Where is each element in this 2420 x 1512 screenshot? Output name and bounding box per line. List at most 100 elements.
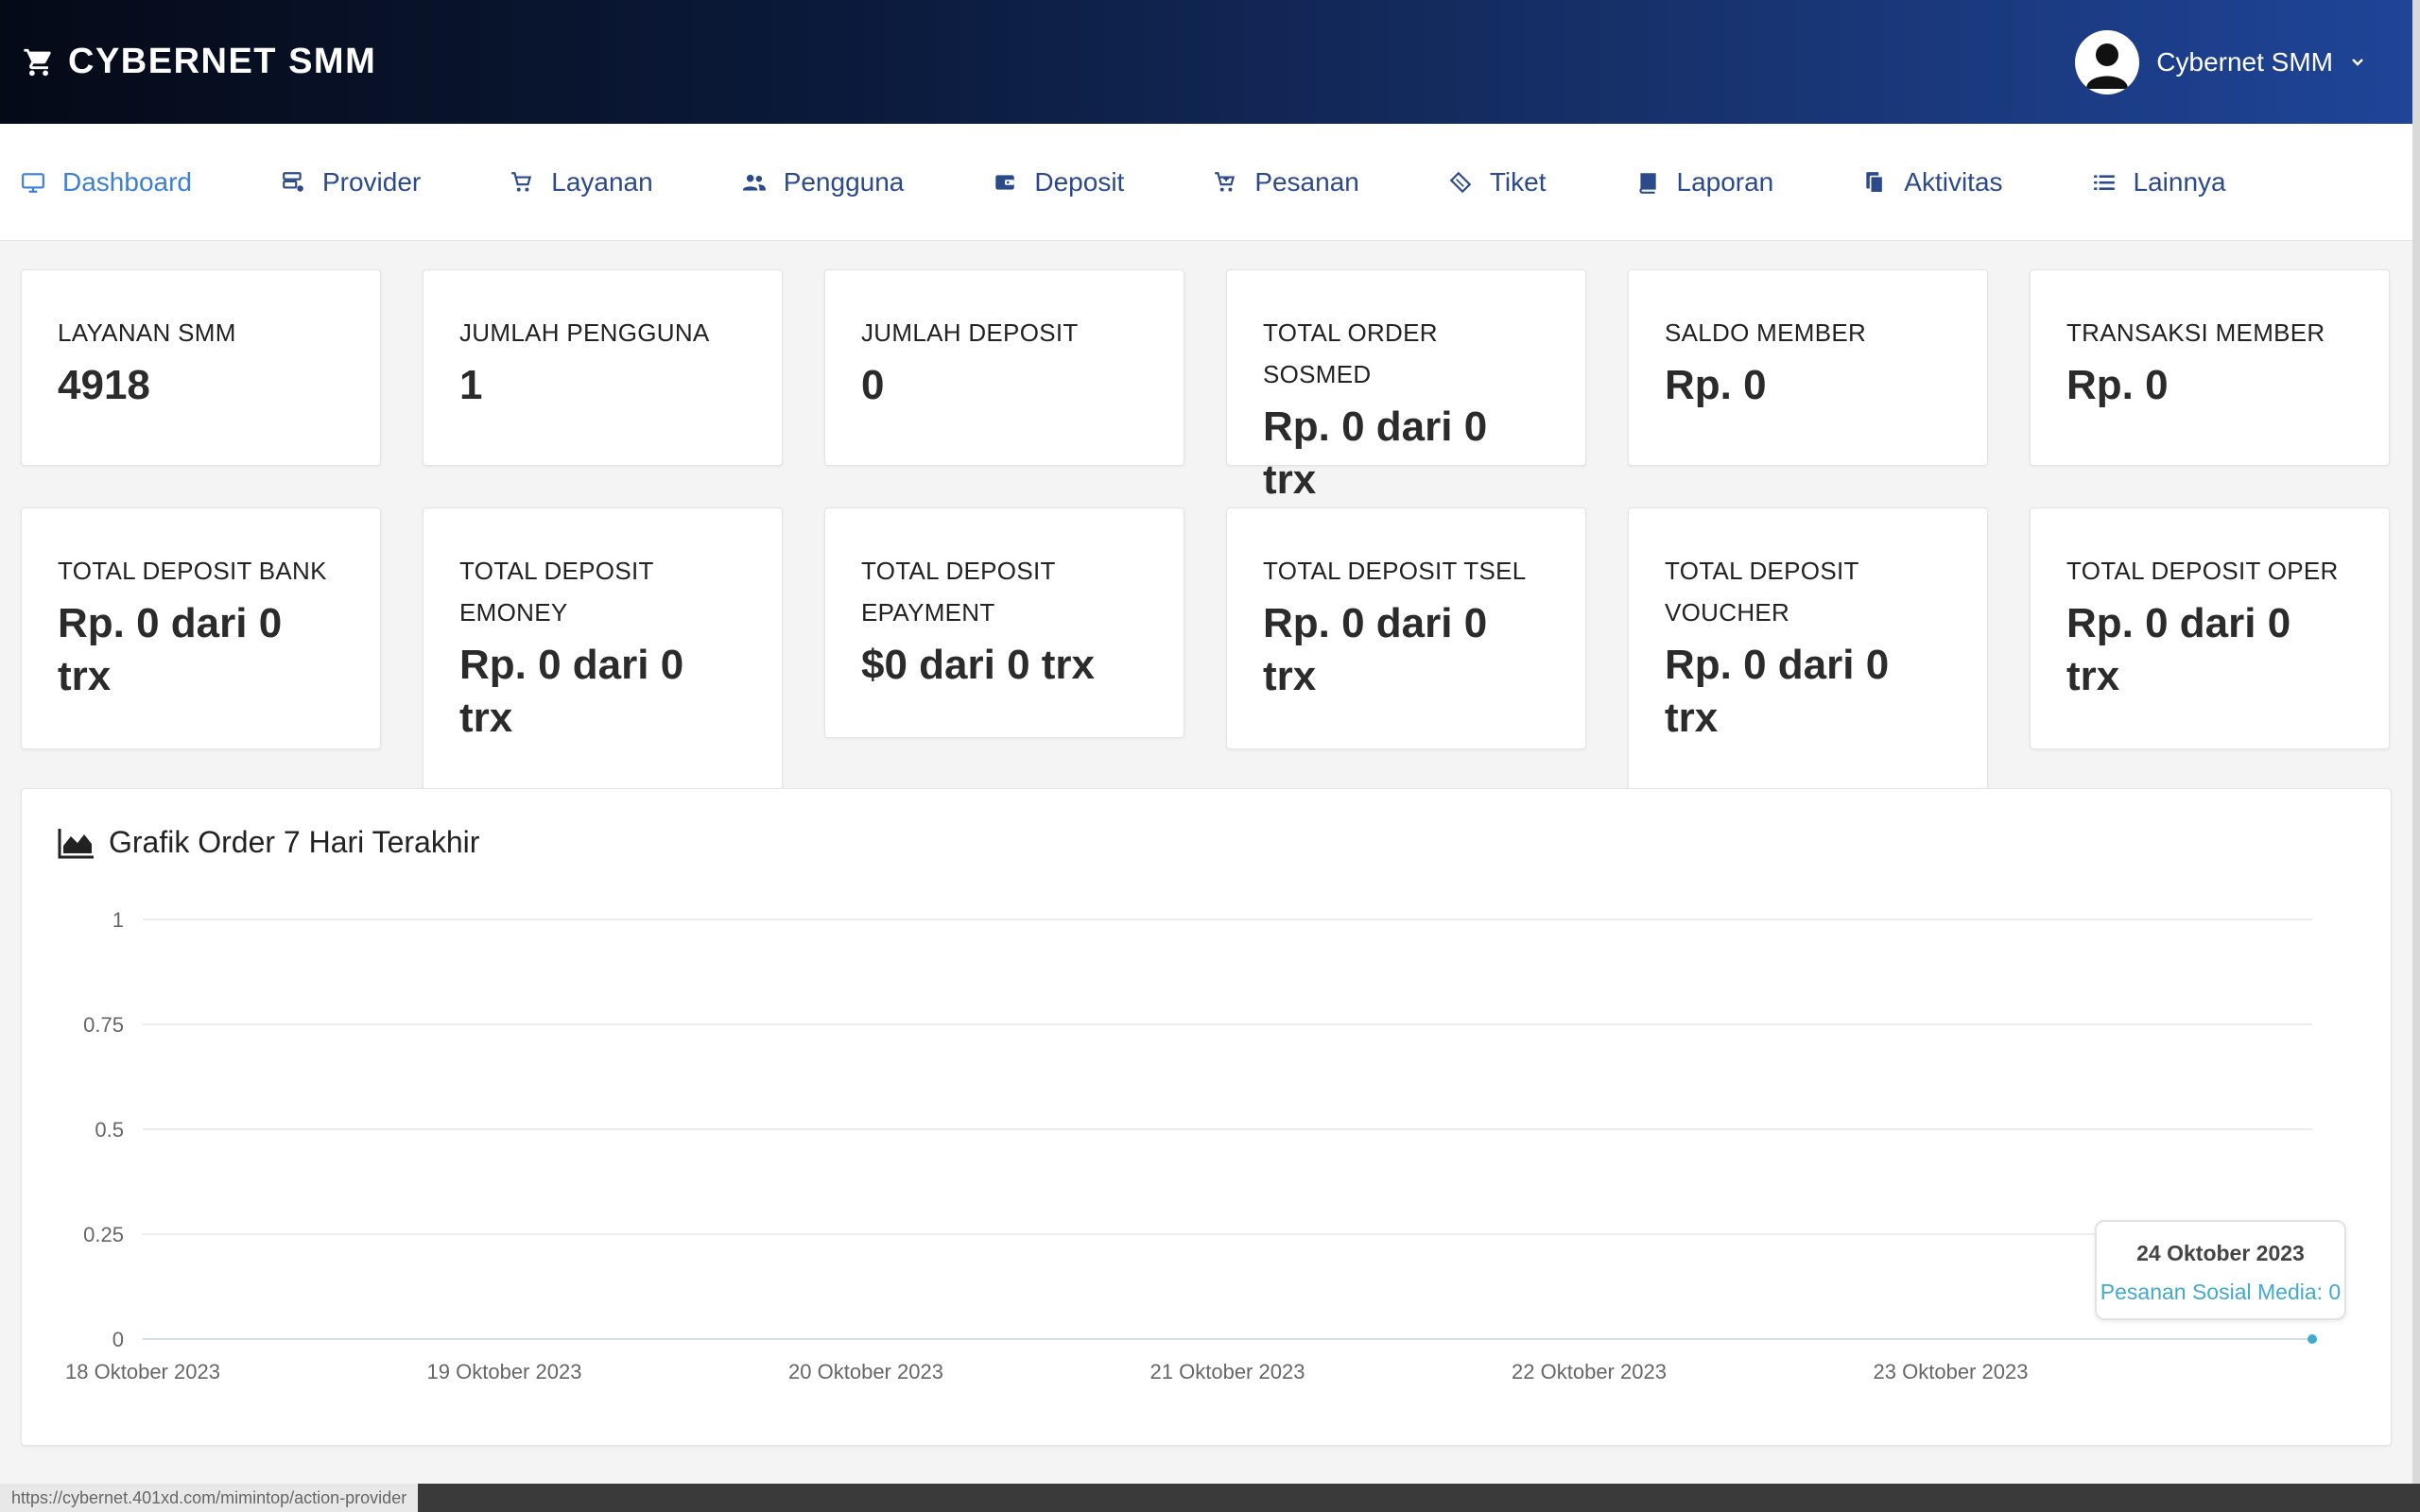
tooltip-value: Pesanan Sosial Media: 0 [2100, 1280, 2342, 1304]
stat-label: TOTAL DEPOSIT BANK [58, 557, 327, 585]
nav-item-tiket[interactable]: Tiket [1448, 167, 1547, 198]
x-tick-label: 18 Oktober 2023 [65, 1360, 220, 1383]
brand-title: CYBERNET SMM [68, 42, 377, 81]
stat-card-saldo-member: SALDO MEMBER Rp. 0 [1628, 269, 1988, 466]
nav-label: Pengguna [783, 166, 905, 197]
stat-label: LAYANAN SMM [58, 318, 236, 347]
top-header: CYBERNET SMM Cybernet SMM [0, 0, 2412, 124]
stat-value: 0 [861, 362, 885, 408]
stat-card-total-deposit-epayment: TOTAL DEPOSIT EPAYMENT $0 dari 0 trx [824, 507, 1184, 738]
nav-item-aktivitas[interactable]: Aktivitas [1862, 166, 2003, 198]
nav-item-laporan[interactable]: Laporan [1635, 166, 1774, 198]
stat-value: Rp. 0 dari 0 trx [2066, 600, 2291, 699]
main-nav: Dashboard Provider Layanan Pengguna Depo… [0, 124, 2412, 241]
nav-item-deposit[interactable]: Deposit [993, 167, 1124, 198]
y-tick-label: 0.5 [95, 1118, 124, 1142]
stat-value: Rp. 0 dari 0 trx [459, 642, 684, 741]
brand[interactable]: CYBERNET SMM [23, 42, 376, 82]
chevron-down-icon [2352, 58, 2363, 66]
stat-label: TOTAL ORDER SOSMED [1263, 318, 1438, 388]
stat-value: Rp. 0 dari 0 trx [1263, 600, 1488, 699]
stat-label: JUMLAH PENGGUNA [459, 318, 710, 347]
stat-label: TOTAL DEPOSIT EMONEY [459, 557, 654, 627]
ticket-icon [1449, 171, 1472, 193]
stats-section: LAYANAN SMM 4918 JUMLAH PENGGUNA 1 JUMLA… [21, 269, 2392, 833]
monitor-icon [22, 172, 44, 193]
order-chart[interactable]: 0 0.25 0.5 0.75 1 18 Oktober 2023 19 Oktober 2… [22, 789, 2393, 1447]
stats-row: LAYANAN SMM 4918 JUMLAH PENGGUNA 1 JUMLA… [21, 269, 2392, 503]
nav-label: Layanan [551, 166, 653, 197]
tooltip-date: 24 Oktober 2023 [2136, 1241, 2305, 1265]
stat-card-total-deposit-emoney: TOTAL DEPOSIT EMONEY Rp. 0 dari 0 trx [423, 507, 783, 791]
data-point [2308, 1334, 2317, 1344]
stat-card-total-deposit-bank: TOTAL DEPOSIT BANK Rp. 0 dari 0 trx [21, 507, 381, 749]
stat-label: TRANSAKSI MEMBER [2066, 318, 2325, 347]
stat-value: Rp. 0 dari 0 trx [1263, 404, 1488, 503]
chart-title-text: Grafik Order 7 Hari Terakhir [109, 825, 480, 859]
stat-label: TOTAL DEPOSIT EPAYMENT [861, 557, 1056, 627]
stat-value: 1 [459, 362, 483, 408]
y-tick-label: 1 [112, 908, 124, 932]
nav-item-provider[interactable]: Provider [281, 167, 421, 198]
cart-icon [511, 171, 532, 192]
chart-tooltip: 24 Oktober 2023 Pesanan Sosial Media: 0 [2095, 1220, 2346, 1320]
nav-label: Laporan [1676, 166, 1774, 197]
stat-value: $0 dari 0 trx [861, 642, 1096, 688]
list-icon [2093, 174, 2115, 190]
stat-value: Rp. 0 [1665, 362, 1767, 408]
x-tick-label: 23 Oktober 2023 [1874, 1360, 2029, 1383]
users-icon [742, 174, 766, 191]
stat-card-layanan-smm: LAYANAN SMM 4918 [21, 269, 381, 466]
order-chart-panel: 0 0.25 0.5 0.75 1 18 Oktober 2023 19 Oktober 2… [21, 788, 2392, 1446]
nav-item-pesanan[interactable]: Pesanan [1213, 167, 1359, 198]
nav-label: Provider [321, 166, 422, 197]
nav-item-dashboard[interactable]: Dashboard [21, 167, 192, 198]
stat-label: TOTAL DEPOSIT OPER [2066, 557, 2339, 585]
stat-label: SALDO MEMBER [1665, 318, 1867, 347]
nav-label: Pesanan [1254, 166, 1359, 197]
nav-label: Deposit [1034, 166, 1125, 197]
documents-icon [1866, 171, 1884, 194]
cart-icon [24, 48, 51, 76]
status-url: https://cybernet.401xd.com/mimintop/acti… [0, 1484, 419, 1512]
nav-label: Dashboard [62, 166, 192, 197]
stat-card-jumlah-deposit: JUMLAH DEPOSIT 0 [824, 269, 1184, 466]
chart-title: Grafik Order 7 Hari Terakhir [58, 825, 479, 860]
stat-label: TOTAL DEPOSIT TSEL [1263, 557, 1527, 585]
nav-item-layanan[interactable]: Layanan [510, 166, 653, 198]
stat-value: Rp. 0 dari 0 trx [1665, 642, 1890, 741]
y-tick-label: 0.75 [83, 1013, 124, 1037]
stat-card-total-deposit-tsel: TOTAL DEPOSIT TSEL Rp. 0 dari 0 trx [1226, 507, 1586, 749]
browser-status-bar: https://cybernet.401xd.com/mimintop/acti… [0, 1484, 2420, 1512]
user-menu-toggle[interactable]: Cybernet SMM [2075, 29, 2365, 94]
stat-card-total-deposit-voucher: TOTAL DEPOSIT VOUCHER Rp. 0 dari 0 trx [1628, 507, 1988, 791]
nav-label: Tiket [1489, 166, 1547, 197]
nav-item-pengguna[interactable]: Pengguna [742, 166, 905, 198]
user-name: Cybernet SMM [2156, 46, 2333, 77]
x-tick-label: 20 Oktober 2023 [788, 1360, 943, 1383]
nav-label: Lainnya [2133, 166, 2226, 197]
wallet-icon [995, 174, 1015, 190]
stat-label: TOTAL DEPOSIT VOUCHER [1665, 557, 1859, 627]
book-icon [1638, 172, 1656, 194]
y-tick-label: 0.25 [83, 1223, 124, 1246]
x-tick-label: 19 Oktober 2023 [427, 1360, 582, 1383]
cart-plus-icon [1215, 171, 1236, 192]
x-tick-label: 21 Oktober 2023 [1150, 1360, 1305, 1383]
stat-label: JUMLAH DEPOSIT [861, 318, 1079, 347]
page-scrollbar[interactable] [2412, 0, 2420, 1484]
stat-card-total-deposit-oper: TOTAL DEPOSIT OPER Rp. 0 dari 0 trx [2030, 507, 2390, 749]
nav-item-lainnya[interactable]: Lainnya [2092, 167, 2226, 198]
y-tick-label: 0 [112, 1328, 124, 1351]
nav-label: Aktivitas [1904, 166, 2003, 197]
stats-row: TOTAL DEPOSIT BANK Rp. 0 dari 0 trx TOTA… [21, 507, 2392, 791]
stat-value: Rp. 0 dari 0 trx [58, 600, 283, 699]
stat-card-total-order-sosmed: TOTAL ORDER SOSMED Rp. 0 dari 0 trx [1226, 269, 1586, 503]
server-icon [283, 171, 303, 192]
stat-value: Rp. 0 [2066, 362, 2169, 408]
user-avatar-icon [2075, 29, 2140, 94]
stat-card-transaksi-member: TRANSAKSI MEMBER Rp. 0 [2030, 269, 2390, 466]
stat-card-jumlah-pengguna: JUMLAH PENGGUNA 1 [423, 269, 783, 466]
stat-value: 4918 [58, 362, 150, 408]
area-chart-icon [58, 828, 94, 858]
